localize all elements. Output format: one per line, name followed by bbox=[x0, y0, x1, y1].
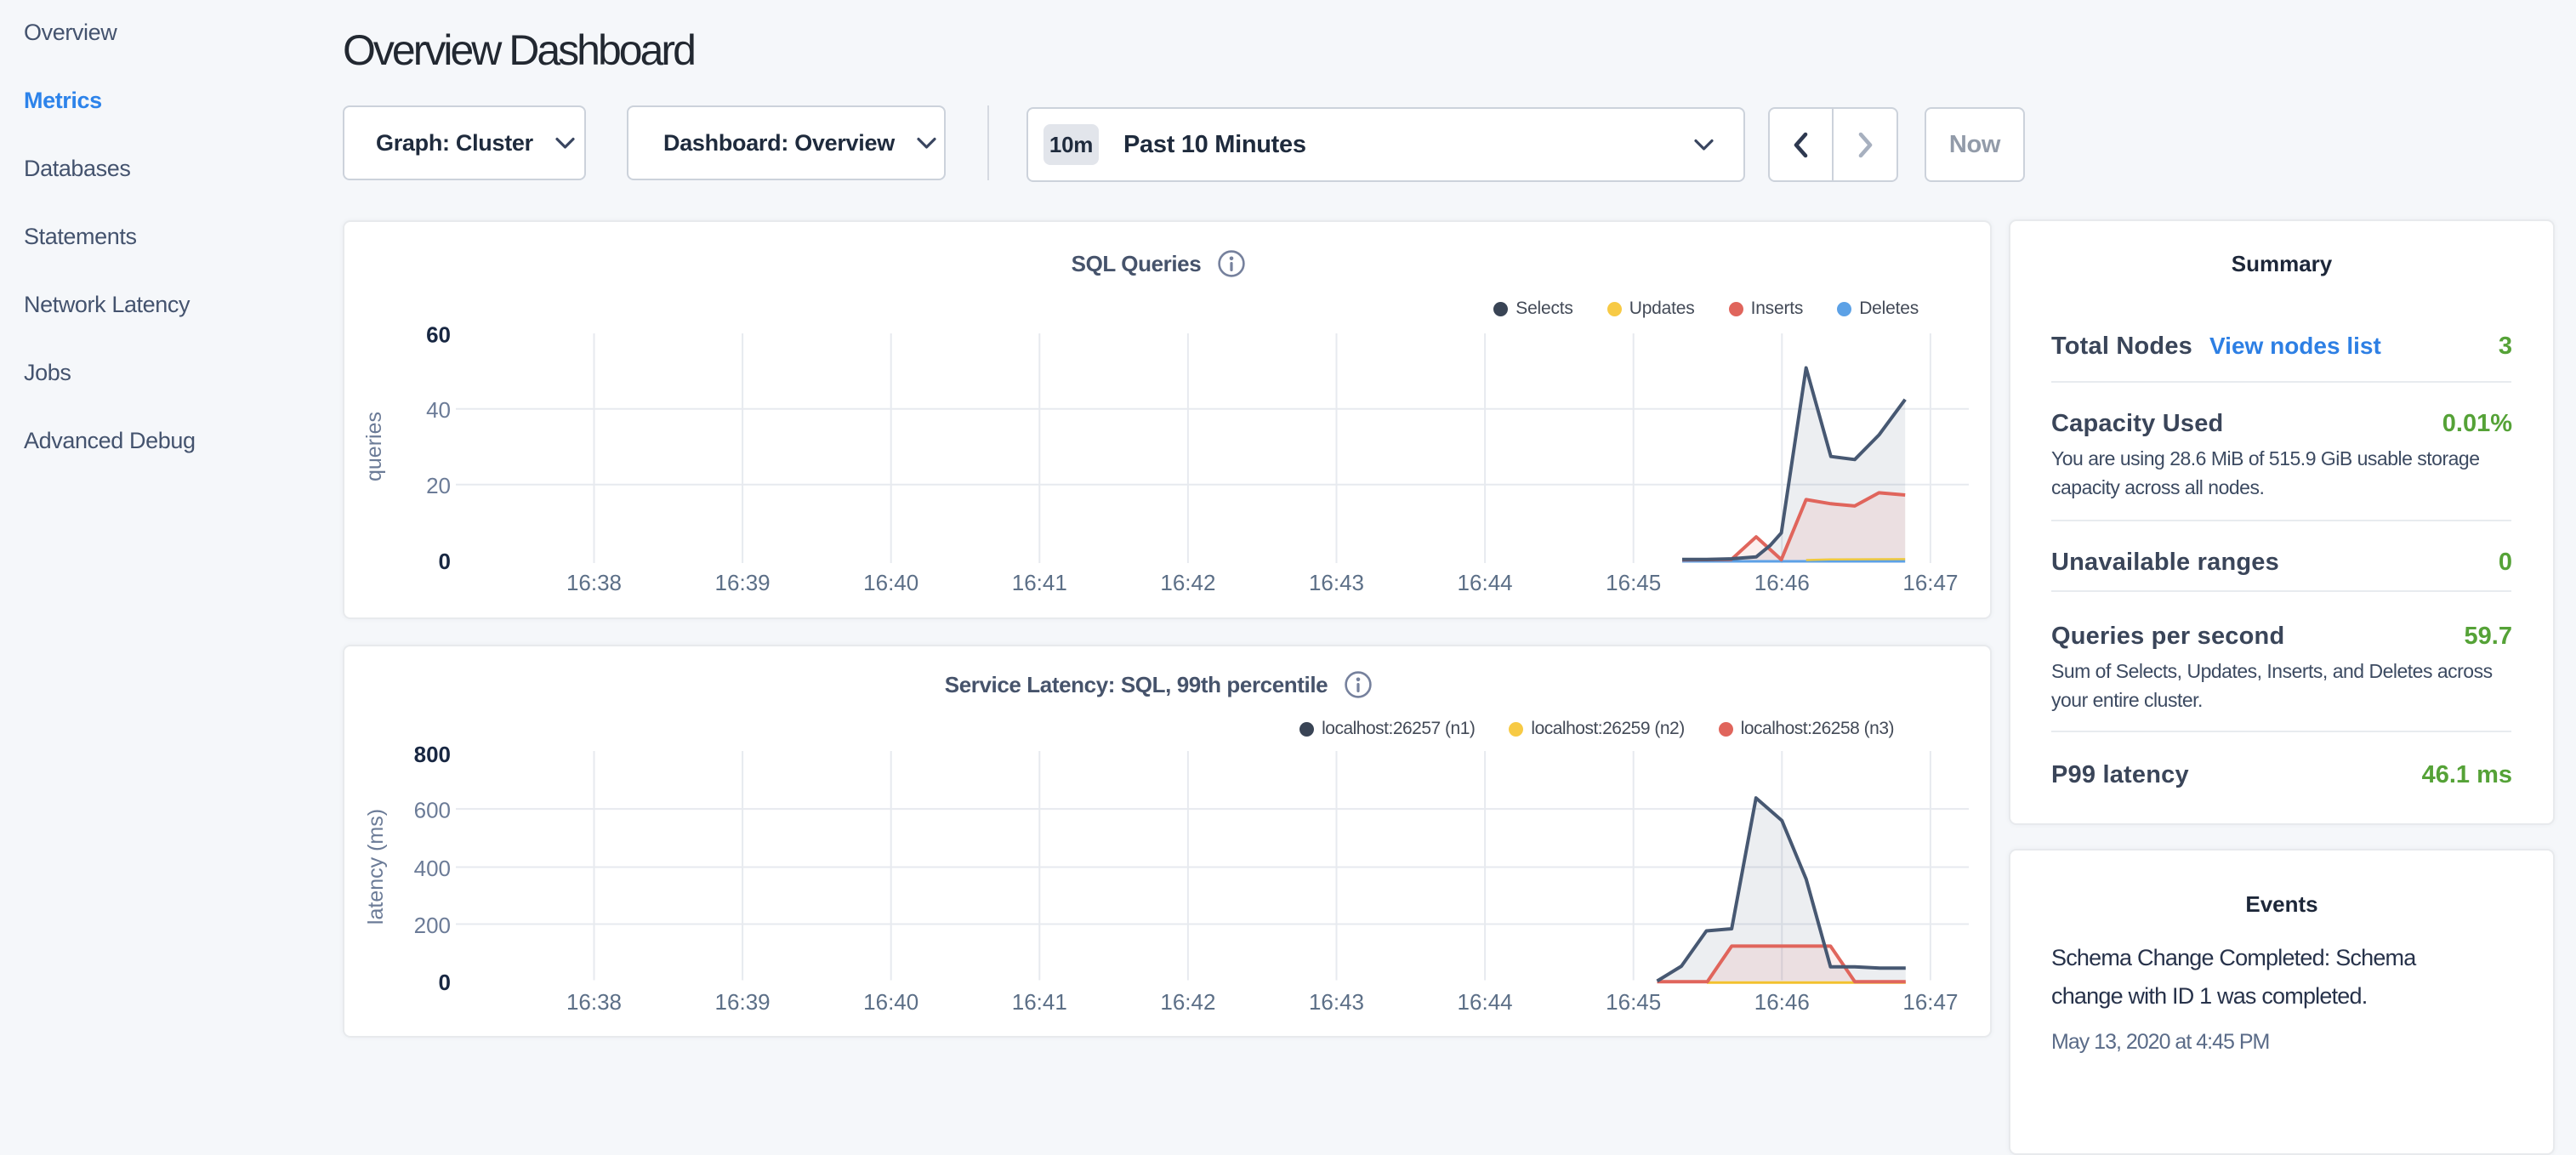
svg-text:40: 40 bbox=[426, 397, 451, 423]
svg-text:latency (ms): latency (ms) bbox=[364, 809, 388, 925]
svg-text:0: 0 bbox=[439, 549, 451, 574]
svg-text:16:46: 16:46 bbox=[1754, 570, 1810, 595]
svg-text:16:43: 16:43 bbox=[1309, 570, 1364, 595]
svg-text:queries: queries bbox=[362, 412, 386, 481]
svg-text:16:44: 16:44 bbox=[1458, 989, 1513, 1015]
svg-text:16:43: 16:43 bbox=[1309, 989, 1364, 1015]
svg-text:16:41: 16:41 bbox=[1012, 989, 1067, 1015]
svg-text:600: 600 bbox=[414, 798, 451, 823]
svg-text:16:42: 16:42 bbox=[1160, 570, 1215, 595]
svg-text:16:40: 16:40 bbox=[863, 570, 918, 595]
svg-text:16:42: 16:42 bbox=[1160, 989, 1215, 1015]
svg-text:16:39: 16:39 bbox=[715, 570, 771, 595]
svg-text:16:41: 16:41 bbox=[1012, 570, 1067, 595]
svg-text:16:45: 16:45 bbox=[1606, 989, 1661, 1015]
svg-text:0: 0 bbox=[439, 970, 451, 995]
svg-text:16:45: 16:45 bbox=[1606, 570, 1661, 595]
svg-text:16:46: 16:46 bbox=[1754, 989, 1810, 1015]
svg-text:20: 20 bbox=[426, 473, 451, 498]
svg-text:400: 400 bbox=[414, 856, 451, 881]
svg-text:16:44: 16:44 bbox=[1458, 570, 1513, 595]
svg-text:16:39: 16:39 bbox=[715, 989, 771, 1015]
svg-text:60: 60 bbox=[426, 322, 451, 348]
svg-text:16:40: 16:40 bbox=[863, 989, 918, 1015]
svg-text:200: 200 bbox=[414, 913, 451, 938]
svg-text:16:38: 16:38 bbox=[566, 989, 622, 1015]
svg-text:16:47: 16:47 bbox=[1902, 570, 1958, 595]
svg-text:16:38: 16:38 bbox=[566, 570, 622, 595]
svg-text:16:47: 16:47 bbox=[1902, 989, 1958, 1015]
svg-text:800: 800 bbox=[414, 742, 451, 767]
